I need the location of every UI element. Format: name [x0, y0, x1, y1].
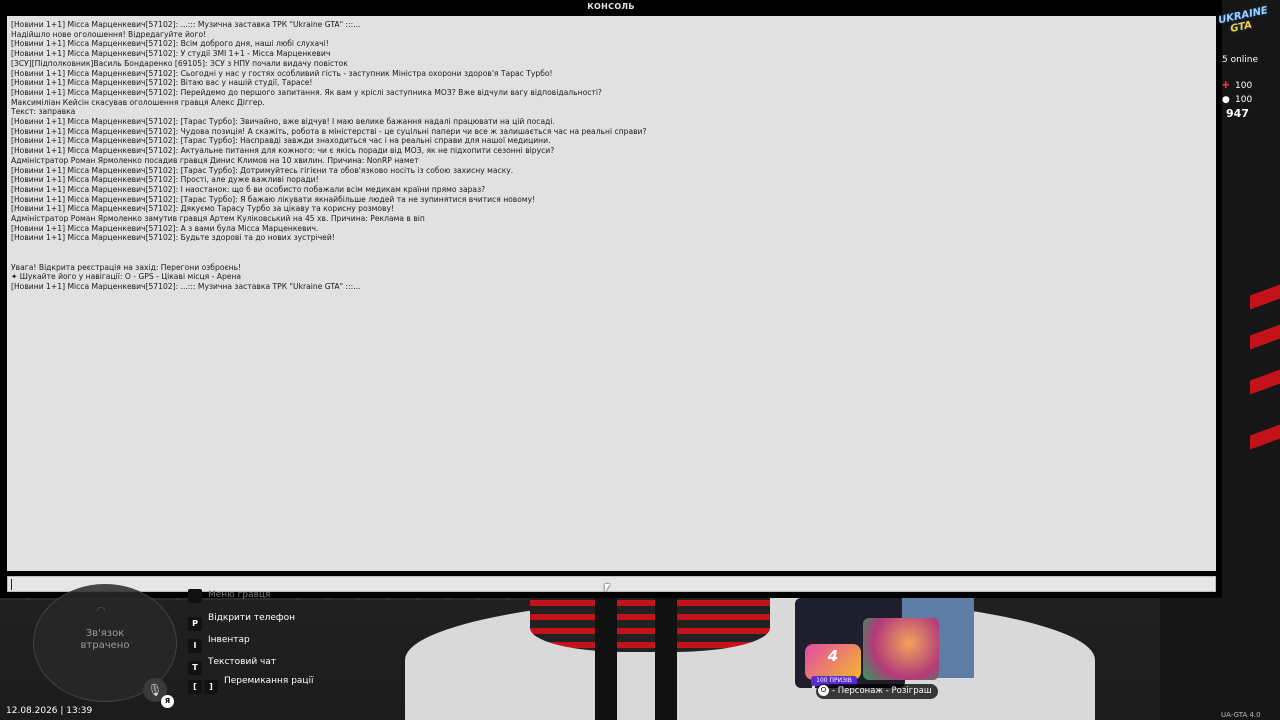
text-caret — [11, 579, 12, 590]
giveaway-label: - Персонаж - Розіграш — [832, 686, 932, 696]
log-line: [Новини 1+1] Місса Марценкевич[57102]: [… — [11, 117, 555, 127]
key-cap: T — [188, 661, 202, 675]
armor-value: 100 — [1235, 95, 1253, 105]
studio-desk — [530, 592, 770, 652]
log-line: [Новини 1+1] Місса Марценкевич[57102]: І… — [11, 184, 486, 194]
hotkey-radio-switch[interactable]: [] Перемикання рації — [188, 674, 314, 694]
hotkey-label: Текстовий чат — [208, 657, 277, 667]
hotkey-phone[interactable]: P Відкрити телефон — [188, 611, 296, 631]
log-line: [Новини 1+1] Місса Марценкевич[57102]: С… — [11, 68, 553, 78]
giveaway-hint[interactable]: O- Персонаж - Розіграш — [816, 684, 938, 699]
hotkey-label: Інвентар — [208, 635, 250, 645]
armor-stat: ● 100 — [1222, 95, 1252, 105]
log-line: [Новини 1+1] Місса Марценкевич[57102]: [… — [11, 165, 514, 175]
key-cap: [ — [188, 680, 202, 694]
log-line: [Новини 1+1] Місса Марценкевич[57102]: .… — [11, 20, 361, 29]
log-line: [Новини 1+1] Місса Марценкевич[57102]: У… — [11, 49, 331, 59]
log-line: [Новини 1+1] Місса Марценкевич[57102]: В… — [11, 39, 329, 49]
health-value: 100 — [1235, 81, 1253, 91]
key-cap: I — [188, 639, 202, 653]
log-line: Адміністратор Роман Ярмоленко посадив гр… — [11, 155, 419, 165]
online-count: 5 online — [1222, 55, 1259, 65]
log-line: ✦ Шукайте його у навігації: O - GPS - Ці… — [11, 272, 242, 282]
console-log[interactable]: [Новини 1+1] Місса Марценкевич[57102]: .… — [7, 16, 1216, 571]
hotkey-inventory[interactable]: I Інвентар — [188, 633, 250, 653]
log-line: [Новини 1+1] Місса Марценкевич[57102]: П… — [11, 87, 602, 97]
giveaway-promo[interactable]: 4 роки 100 ПРИЗІВ — [805, 618, 940, 689]
date-time: 12.08.2026 | 13:39 — [6, 706, 93, 716]
hotkey-player-menu[interactable]: Меню гравця — [188, 588, 271, 603]
key-cap — [188, 589, 202, 603]
log-line: [ЗСУ][Підполковник]Василь Бондаренко [69… — [11, 58, 348, 68]
log-line: [Новини 1+1] Місса Марценкевич[57102]: [… — [11, 136, 551, 146]
log-line: [Новини 1+1] Місса Марценкевич[57102]: А… — [11, 146, 555, 156]
no-signal-icon: ◠ — [96, 604, 106, 617]
armor-icon: ● — [1222, 95, 1230, 105]
log-line: [Новини 1+1] Місса Марценкевич[57102]: Д… — [11, 204, 395, 214]
hotkey-label: Відкрити телефон — [208, 613, 296, 623]
hotkey-text-chat[interactable]: T Текстовий чат — [188, 655, 277, 675]
log-line: Максиміліан Кейсін скасував оголошення г… — [11, 97, 265, 107]
radar-status: Зв'язок втрачено — [80, 628, 130, 651]
voice-badge: Я — [161, 695, 174, 708]
log-line: Адміністратор Роман Ярмоленко замутив гр… — [11, 214, 425, 224]
game-version: UA-GTA 4.0 — [1221, 711, 1261, 719]
log-line: [Новини 1+1] Місса Марценкевич[57102]: .… — [11, 281, 361, 291]
log-line: [Новини 1+1] Місса Марценкевич[57102]: В… — [11, 78, 313, 88]
console-title: КОНСОЛЬ — [0, 0, 1222, 14]
log-line: Текст: заправка — [11, 107, 76, 117]
log-line: [Новини 1+1] Місса Марценкевич[57102]: [… — [11, 194, 536, 204]
key-cap: ] — [204, 680, 218, 694]
log-line: [Новини 1+1] Місса Марценкевич[57102]: А… — [11, 223, 319, 233]
key-cap: O — [818, 685, 829, 696]
log-line: [Новини 1+1] Місса Марценкевич[57102]: Б… — [11, 233, 335, 243]
log-line: [Новини 1+1] Місса Марценкевич[57102]: П… — [11, 175, 319, 185]
character-leg — [595, 598, 617, 720]
promo-image — [863, 618, 939, 680]
hotkey-label: Перемикання рації — [224, 676, 314, 686]
money-value: 947 — [1226, 107, 1249, 120]
character-leg — [655, 598, 677, 720]
hotkey-label: Меню гравця — [208, 590, 271, 600]
log-line: Надійшло нове оголошення! Відредагуйте й… — [11, 29, 207, 39]
health-stat: ✚ 100 — [1222, 81, 1252, 91]
log-line: Увага! Відкрита реєстрація на захід: Пер… — [11, 262, 242, 272]
mouse-cursor-icon — [605, 584, 610, 592]
log-line: [Новини 1+1] Місса Марценкевич[57102]: Ч… — [11, 126, 647, 136]
key-cap: P — [188, 617, 202, 631]
anniversary-badge: 4 роки — [805, 644, 861, 689]
health-icon: ✚ — [1222, 81, 1230, 91]
